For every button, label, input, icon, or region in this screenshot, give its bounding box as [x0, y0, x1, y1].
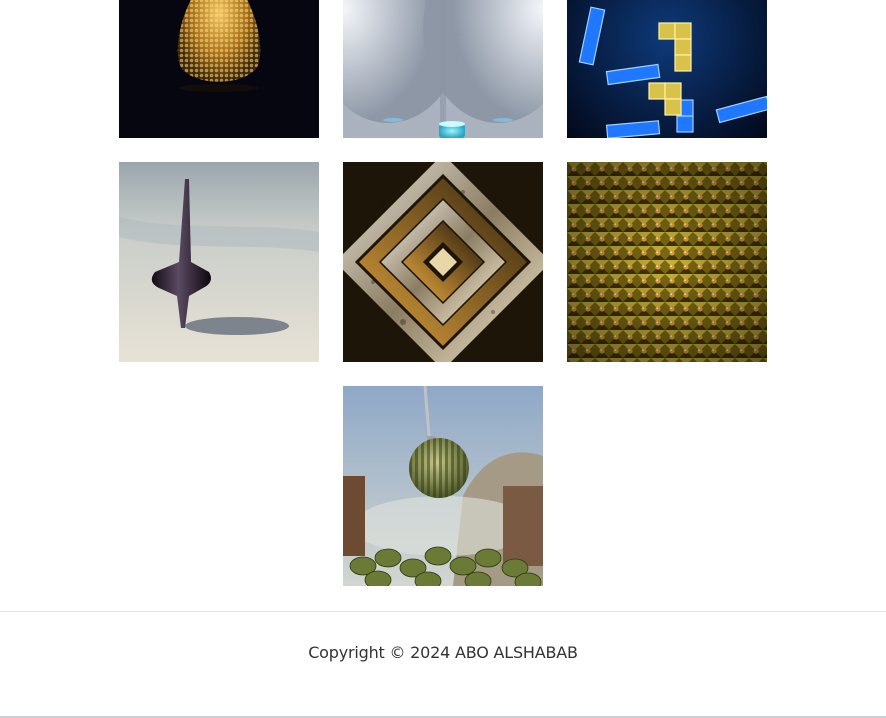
gallery-item-4[interactable] [119, 162, 319, 362]
gallery-item-6[interactable] [567, 162, 767, 362]
site-footer: Copyright © 2024 ABO ALSHABAB [0, 612, 886, 716]
metal-spiral-square-image [343, 162, 543, 362]
gallery-item-7[interactable] [343, 386, 543, 586]
gallery-item-3[interactable] [567, 0, 767, 138]
copyright-text: Copyright © 2024 ABO ALSHABAB [308, 643, 578, 662]
gallery-item-5[interactable] [343, 162, 543, 362]
blue-tetris-blocks-image [567, 0, 767, 138]
golden-beads-sphere-image [119, 0, 319, 138]
gallery-item-1[interactable] [119, 0, 319, 138]
golden-cubes-spheres-image [567, 162, 767, 362]
spinning-top-image [119, 162, 319, 362]
gallery-item-2[interactable] [343, 0, 543, 138]
white-room-light-image [343, 0, 543, 138]
watermelon-wrecking-ball-image [343, 386, 543, 586]
